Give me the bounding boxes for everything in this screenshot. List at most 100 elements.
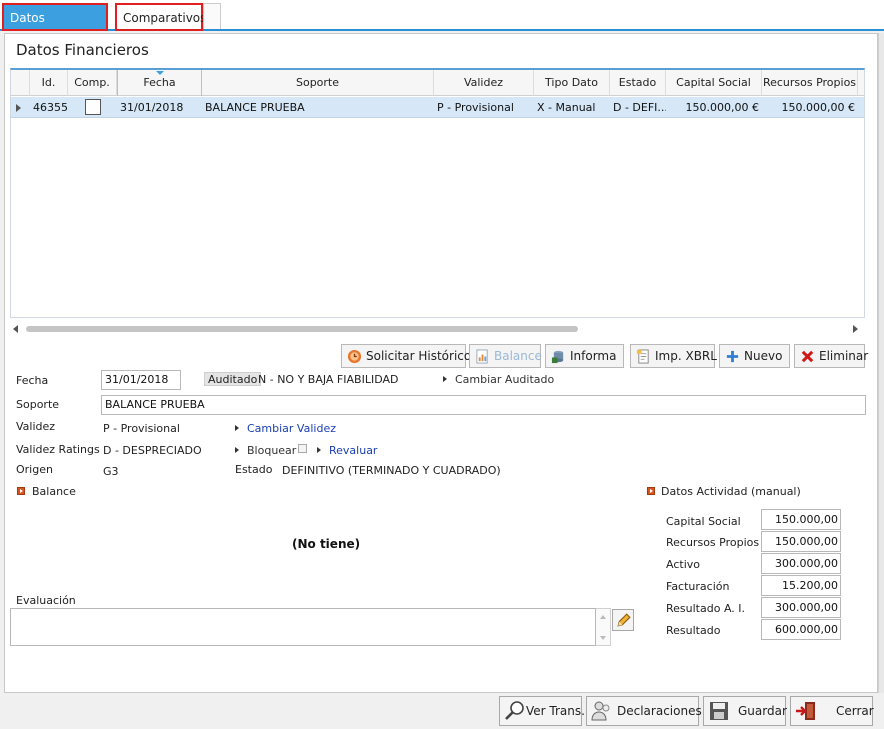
save-disk-icon — [710, 702, 728, 720]
comp-checkbox[interactable] — [85, 99, 101, 115]
declaraciones-button[interactable]: Declaraciones — [586, 696, 702, 726]
cambiar-auditado-link[interactable]: Cambiar Auditado — [455, 373, 554, 386]
tab-datos-financieros[interactable]: Datos Financieros — [2, 3, 108, 51]
tab-comparativos[interactable]: Comparativos — [115, 3, 206, 31]
solicitar-historico-label: Solicitar Histórico — [366, 349, 472, 363]
act-activo-field[interactable]: 300.000,00 — [761, 553, 841, 574]
evaluacion-scrollbar[interactable] — [596, 608, 611, 646]
tab-bar: Datos Financieros Comparativos — [0, 0, 884, 51]
act-resultado-field[interactable]: 600.000,00 — [761, 619, 841, 640]
actividad-section-title[interactable]: Datos Actividad (manual) — [661, 485, 801, 498]
act-recursos-propios-label: Recursos Propios — [666, 536, 760, 549]
act-resultado-label: Resultado — [666, 624, 721, 637]
balance-sheet-icon — [476, 349, 488, 364]
column-header-fecha[interactable]: Fecha — [117, 70, 202, 96]
scroll-down-icon[interactable] — [600, 636, 606, 640]
declaraciones-label: Declaraciones — [617, 704, 702, 718]
cell-id: 46355 — [33, 101, 68, 114]
page-title: Datos Financieros — [16, 41, 149, 59]
soporte-label: Soporte — [16, 398, 60, 411]
origen-label: Origen — [16, 463, 53, 476]
scrollbar-thumb[interactable] — [26, 326, 578, 332]
imp-xbrl-label: Imp. XBRL — [655, 349, 717, 363]
column-header-soporte[interactable]: Soporte — [202, 70, 434, 96]
evaluacion-label: Evaluación — [16, 594, 76, 607]
act-recursos-propios-field[interactable]: 150.000,00 — [761, 531, 841, 552]
cell-validez: P - Provisional — [437, 101, 514, 114]
informa-button[interactable]: Informa — [545, 344, 624, 368]
revaluar-link[interactable]: Revaluar — [329, 444, 377, 457]
pencil-icon — [617, 613, 631, 627]
ver-trans-button[interactable]: Ver Trans. — [499, 696, 585, 726]
document-import-icon — [636, 349, 649, 364]
fecha-field[interactable]: 31/01/2018 — [101, 370, 181, 390]
column-header-comp[interactable]: Comp. — [68, 70, 117, 96]
auditado-value: N - NO Y BAJA FIABILIDAD — [258, 373, 399, 386]
magnifier-icon — [505, 701, 524, 720]
column-header-validez[interactable]: Validez — [434, 70, 534, 96]
solicitar-historico-button[interactable]: Solicitar Histórico — [341, 344, 471, 368]
bloquear-arrow-icon — [235, 447, 239, 453]
balance-section-expand-icon[interactable] — [17, 487, 25, 495]
imp-xbrl-button[interactable]: Imp. XBRL — [630, 344, 717, 368]
column-header-tipo-dato[interactable]: Tipo Dato — [534, 70, 610, 96]
grid-header: Id. Comp. Fecha Soporte Validez Tipo Dat… — [11, 70, 864, 96]
act-facturacion-field[interactable]: 15.200,00 — [761, 575, 841, 596]
cell-fecha: 31/01/2018 — [120, 101, 184, 114]
column-header-id[interactable]: Id. — [30, 70, 68, 96]
soporte-field[interactable]: BALANCE PRUEBA — [101, 395, 866, 415]
exit-door-icon — [796, 702, 815, 720]
scroll-right-icon[interactable] — [853, 325, 858, 333]
origen-value: G3 — [103, 465, 119, 478]
cell-tipo-dato: X - Manual — [537, 101, 596, 114]
guardar-label: Guardar — [738, 704, 787, 718]
history-icon — [347, 349, 362, 364]
balance-button[interactable]: Balance — [469, 344, 542, 368]
cambiar-validez-link[interactable]: Cambiar Validez — [247, 422, 336, 435]
estado-value: DEFINITIVO (TERMINADO Y CUADRADO) — [282, 464, 501, 477]
eliminar-button[interactable]: Eliminar — [794, 344, 868, 368]
evaluacion-textarea[interactable] — [10, 608, 596, 646]
table-row[interactable]: 46355 31/01/2018 BALANCE PRUEBA P - Prov… — [11, 97, 864, 118]
validez-ratings-label: Validez Ratings — [16, 443, 100, 456]
cerrar-button[interactable]: Cerrar — [790, 696, 874, 726]
column-header-recursos-propios[interactable]: Recursos Propios — [762, 70, 858, 96]
validez-ratings-value: D - DESPRECIADO — [103, 444, 202, 457]
guardar-button[interactable]: Guardar — [703, 696, 787, 726]
window-edge — [878, 33, 884, 693]
act-capital-social-label: Capital Social — [666, 515, 741, 528]
row-selector-icon — [16, 104, 21, 112]
auditado-label: Auditado — [204, 372, 262, 386]
ver-trans-label: Ver Trans. — [526, 704, 585, 718]
revaluar-arrow-icon — [317, 447, 321, 453]
informa-label: Informa — [570, 349, 617, 363]
scroll-up-icon[interactable] — [600, 615, 606, 619]
nuevo-button[interactable]: Nuevo — [719, 344, 790, 368]
edit-evaluacion-button[interactable] — [612, 609, 634, 631]
cambiar-validez-arrow-icon — [235, 425, 239, 431]
scroll-left-icon[interactable] — [13, 325, 18, 333]
actividad-section-expand-icon[interactable] — [647, 487, 655, 495]
nuevo-label: Nuevo — [744, 349, 783, 363]
validez-value: P - Provisional — [103, 422, 180, 435]
balance-section-title[interactable]: Balance — [32, 485, 76, 498]
users-icon — [591, 701, 610, 721]
grid-header-indicator — [11, 70, 30, 96]
cell-soporte: BALANCE PRUEBA — [205, 101, 305, 114]
cerrar-label: Cerrar — [836, 704, 874, 718]
horizontal-scrollbar[interactable] — [10, 322, 865, 336]
delete-x-icon — [801, 350, 814, 363]
act-resultado-ai-label: Resultado A. I. — [666, 602, 746, 615]
column-header-capital-social[interactable]: Capital Social — [666, 70, 762, 96]
tab-spacer — [203, 3, 221, 29]
bloquear-link[interactable]: Bloquear — [247, 444, 296, 457]
act-resultado-ai-field[interactable]: 300.000,00 — [761, 597, 841, 618]
fecha-label: Fecha — [16, 374, 49, 387]
cell-recursos-propios: 150.000,00 € — [781, 101, 855, 114]
act-capital-social-field[interactable]: 150.000,00 — [761, 509, 841, 530]
no-balance-message: (No tiene) — [292, 537, 361, 551]
bloquear-info-icon — [298, 444, 307, 453]
balance-label: Balance — [494, 349, 542, 363]
column-header-estado[interactable]: Estado — [610, 70, 666, 96]
column-header-fecha-label: Fecha — [143, 76, 176, 89]
